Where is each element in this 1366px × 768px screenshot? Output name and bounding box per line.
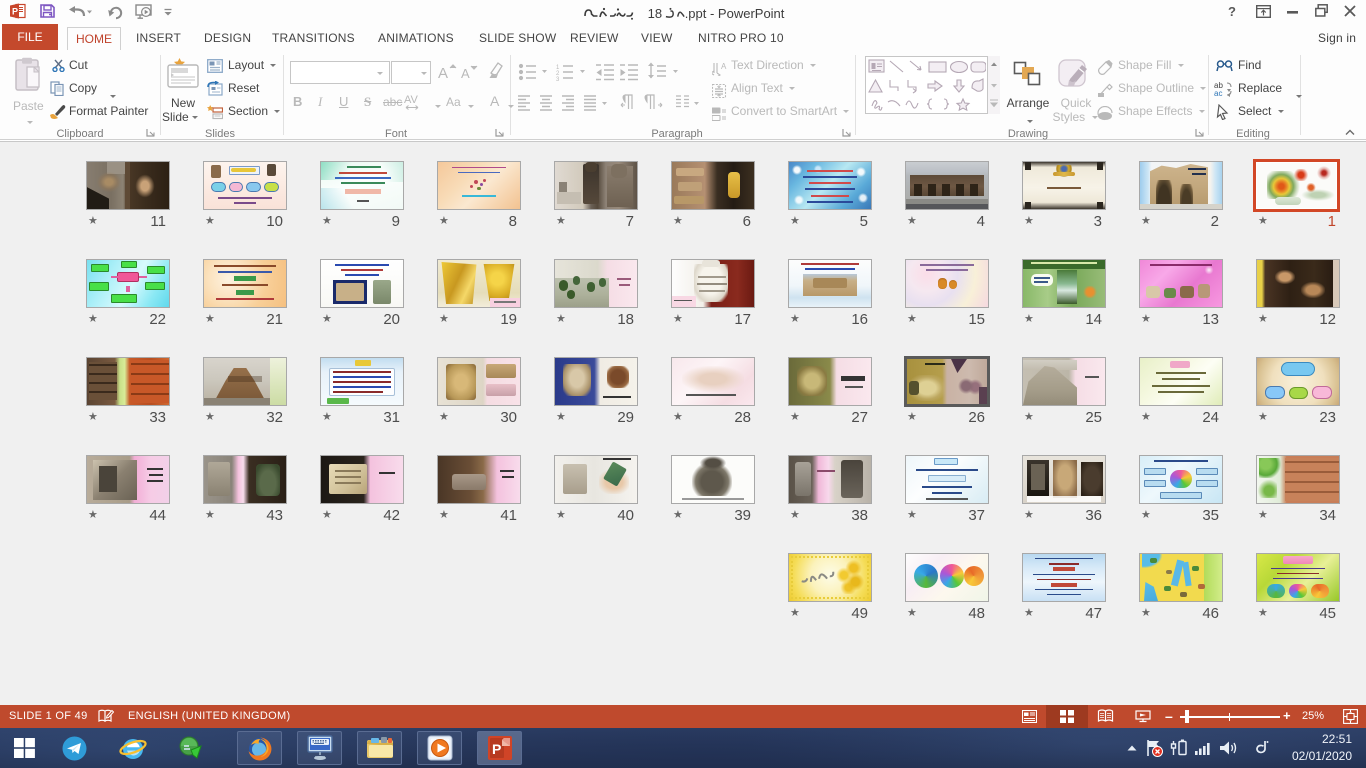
svg-text:ac: ac [1214, 89, 1222, 97]
svg-text:A: A [438, 65, 448, 82]
svg-text:A: A [461, 66, 470, 81]
svg-text:P: P [12, 7, 18, 17]
svg-text:P: P [492, 741, 501, 757]
svg-text:?: ? [1228, 5, 1236, 18]
svg-text:A: A [721, 62, 727, 71]
svg-text:3: 3 [556, 77, 560, 82]
svg-text:AV: AV [404, 94, 419, 106]
